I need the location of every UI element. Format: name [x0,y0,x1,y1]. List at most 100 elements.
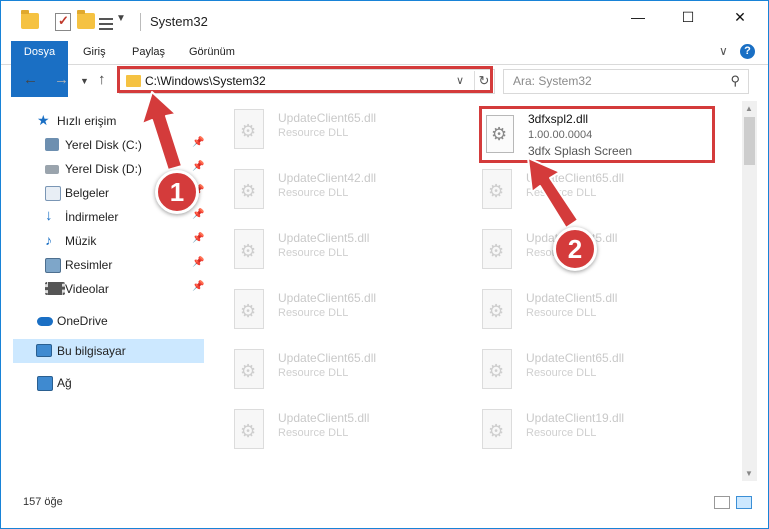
sidebar-item-music[interactable]: ♪ Müzik 📌 [1,229,206,253]
minimize-button[interactable]: — [615,1,661,33]
sidebar-item-label: Yerel Disk (D:) [65,162,142,176]
sidebar-item-label: Resimler [65,258,113,272]
file-description: Resource DLL [526,187,597,199]
dll-file-icon: ⚙ [480,289,514,329]
step-1-badge: 1 [155,170,199,214]
sidebar-item-label: Hızlı erişim [57,114,117,128]
file-name: UpdateClient65.dll [278,351,377,365]
item-count: 157 öğe [23,496,63,508]
help-icon[interactable]: ? [740,44,755,59]
file-name: UpdateClient65.dll [526,171,625,185]
list-item[interactable]: ⚙ UpdateClient65.dll Resource DLL [232,105,472,161]
file-name: UpdateClient5.dll [526,291,618,305]
pin-icon[interactable]: 📌 [192,209,204,220]
new-folder-icon[interactable] [77,10,95,29]
tab-share[interactable]: Paylaş [132,41,165,64]
pictures-icon [45,258,61,273]
sidebar-item-onedrive[interactable]: OneDrive [1,309,206,333]
file-name: UpdateClient65.dll [278,291,377,305]
list-item[interactable]: ⚙ UpdateClient5.dll Resource DLL [232,405,472,461]
pin-icon[interactable]: 📌 [192,161,204,172]
dll-file-icon: ⚙ [232,409,266,449]
list-item[interactable]: ⚙ UpdateClient42.dll Resource DLL [232,165,472,221]
scroll-thumb[interactable] [744,117,755,165]
list-item[interactable]: ⚙ UpdateClient5.dll Resource DLL [480,225,720,281]
file-description: Resource DLL [278,187,349,199]
search-icon[interactable]: ⚲ [730,73,740,89]
file-name: UpdateClient65.dll [526,351,625,365]
folder-icon [21,10,39,29]
file-description: Resource DLL [526,307,597,319]
list-item[interactable]: ⚙ UpdateClient65.dll Resource DLL [232,285,472,341]
dll-file-icon: ⚙ [232,289,266,329]
close-button[interactable]: ✕ [717,1,763,33]
pin-icon[interactable]: 📌 [192,233,204,244]
file-description: Resource DLL [278,247,349,259]
documents-icon [45,186,61,201]
forward-arrow-icon[interactable]: → [54,71,69,88]
list-item[interactable]: ⚙ UpdateClient5.dll Resource DLL [232,225,472,281]
list-item[interactable]: ⚙ UpdateClient65.dll Resource DLL [480,345,720,401]
maximize-button[interactable]: ☐ [665,1,711,33]
list-item[interactable]: ⚙ UpdateClient5.dll Resource DLL [480,285,720,341]
featured-file-item[interactable]: ⚙ 3dfxspl2.dll 1.00.00.0004 3dfx Splash … [479,106,715,163]
file-name: UpdateClient19.dll [526,411,625,425]
dll-file-icon: ⚙ [486,115,516,153]
expand-ribbon-icon[interactable]: ∨ [719,44,728,58]
recent-locations-icon[interactable]: ▼ [80,76,89,86]
cloud-icon [37,317,53,326]
windows-drive-icon [45,138,59,151]
featured-file-name: 3dfxspl2.dll [528,112,589,126]
navigation-pane: ★ Hızlı erişim Yerel Disk (C:) 📌 Yerel D… [1,101,206,481]
sidebar-item-local-disk-c[interactable]: Yerel Disk (C:) 📌 [1,133,206,157]
tab-view[interactable]: Görünüm [189,41,235,64]
customize-toolbar-icon[interactable] [99,15,113,30]
chevron-down-icon[interactable]: ▼ [116,13,126,24]
file-description: Resource DLL [278,427,349,439]
sidebar-item-videos[interactable]: Videolar 📌 [1,277,206,301]
properties-check-icon[interactable] [55,13,71,31]
sidebar-item-label: İndirmeler [65,210,119,224]
file-description: Resource DLL [526,367,597,379]
list-item[interactable]: ⚙ UpdateClient65.dll Resource DLL [232,345,472,401]
download-icon: ↓ [45,207,53,224]
file-description: Resource DLL [278,367,349,379]
sidebar-item-quick-access[interactable]: ★ Hızlı erişim [1,109,206,133]
sidebar-item-this-pc[interactable]: Bu bilgisayar [13,339,204,363]
sidebar-item-label: Ağ [57,376,72,390]
up-arrow-icon[interactable]: ↑ [98,71,106,88]
details-view-icon[interactable] [714,496,730,509]
sidebar-item-label: Bu bilgisayar [57,344,126,358]
dll-file-icon: ⚙ [232,229,266,269]
window-title: System32 [150,14,208,29]
file-name: UpdateClient42.dll [278,171,377,185]
scroll-up-icon[interactable]: ▲ [745,104,753,113]
file-description: Resource DLL [278,307,349,319]
sidebar-item-network[interactable]: Ağ [1,371,206,395]
star-icon: ★ [37,112,50,128]
large-icons-view-icon[interactable] [736,496,752,509]
file-name: UpdateClient65.dll [278,111,377,125]
list-item[interactable]: ⚙ UpdateClient65.dll Resource DLL [480,165,720,221]
sidebar-item-label: Müzik [65,234,97,248]
back-arrow-icon[interactable]: ← [23,71,38,88]
sidebar-item-label: Belgeler [65,186,110,200]
ribbon-tabs: Dosya Giriş Paylaş Görünüm ∨ ? [1,41,768,97]
sidebar-item-pictures[interactable]: Resimler 📌 [1,253,206,277]
pin-icon[interactable]: 📌 [192,137,204,148]
sidebar-item-label: OneDrive [57,314,108,328]
vertical-scrollbar[interactable]: ▲ ▼ [742,101,757,481]
scroll-down-icon[interactable]: ▼ [745,469,753,478]
list-item[interactable]: ⚙ UpdateClient19.dll Resource DLL [480,405,720,461]
search-input[interactable]: Ara: System32 ⚲ [503,69,749,94]
explorer-window: ▼ System32 — ☐ ✕ Dosya Giriş Paylaş Görü… [0,0,769,529]
tab-home[interactable]: Giriş [83,41,106,64]
pin-icon[interactable]: 📌 [192,281,204,292]
sidebar-item-label: Videolar [65,282,109,296]
file-name: UpdateClient5.dll [278,231,370,245]
dll-file-icon: ⚙ [480,229,514,269]
file-description: Resource DLL [526,427,597,439]
dll-file-icon: ⚙ [232,349,266,389]
pin-icon[interactable]: 📌 [192,257,204,268]
step-2-badge: 2 [553,227,597,271]
